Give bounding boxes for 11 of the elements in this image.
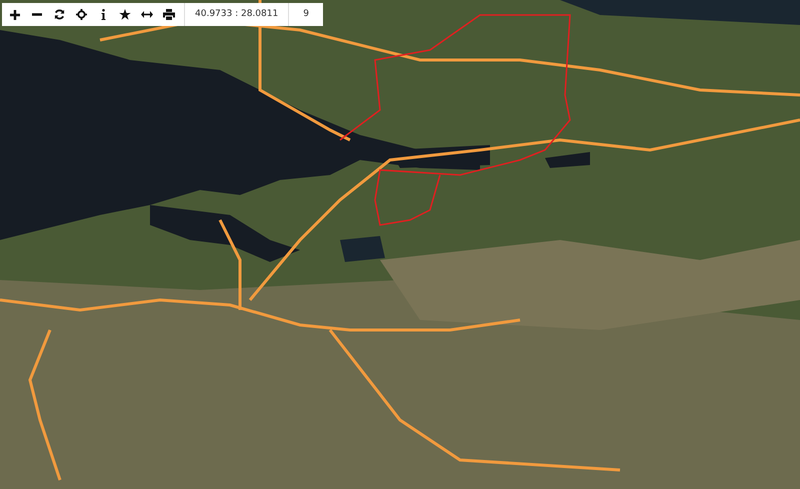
printer-icon [163, 9, 175, 20]
crosshair-icon [76, 9, 86, 20]
horizontal-arrows-icon [141, 11, 153, 18]
info-icon [100, 9, 106, 20]
zoom-level-text: 9 [288, 3, 321, 26]
minus-icon [32, 13, 42, 16]
plus-icon [10, 10, 20, 20]
coordinates-text: 40.9733 : 28.0811 [184, 3, 288, 26]
satellite-map-drawing[interactable] [0, 0, 800, 489]
star-icon [119, 9, 131, 20]
refresh-icon [54, 9, 64, 20]
